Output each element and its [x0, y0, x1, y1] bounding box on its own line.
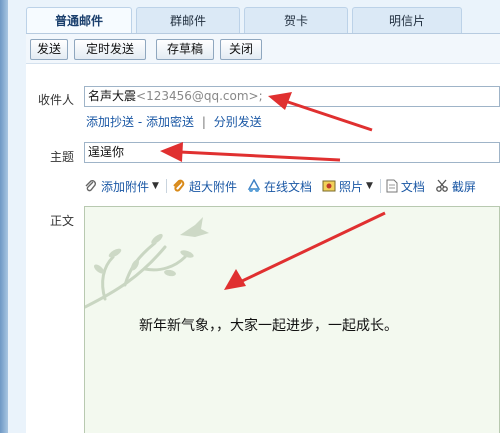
left-window-strip	[0, 0, 8, 433]
screenshot-button[interactable]: 截屏	[435, 178, 476, 195]
subject-label: 主题	[50, 150, 75, 164]
add-cc-link[interactable]: 添加抄送	[86, 115, 134, 129]
link-separator: |	[201, 115, 206, 129]
save-draft-button[interactable]: 存草稿	[156, 39, 214, 60]
recipient-name: 名声大震	[88, 89, 137, 103]
close-button[interactable]: 关闭	[220, 39, 262, 60]
compose-tabs: 普通邮件 群邮件 贺卡 明信片	[26, 7, 462, 33]
large-paperclip-icon	[173, 179, 185, 192]
dash-separator: -	[137, 115, 143, 129]
large-attachment-label: 超大附件	[188, 179, 237, 194]
large-attachment-button[interactable]: 超大附件	[172, 178, 237, 195]
compose-panel: 发送 定时发送 存草稿 关闭 收件人 名声大震<123456@qq.com>; …	[26, 33, 500, 433]
chevron-down-icon[interactable]: ▼	[152, 181, 159, 191]
add-attachment-label: 添加附件	[101, 179, 150, 194]
photo-chevron-down-icon[interactable]: ▼	[366, 181, 373, 191]
recipients-label: 收件人	[38, 93, 75, 107]
tab-group-mail[interactable]: 群邮件	[136, 7, 240, 33]
separate-send-link[interactable]: 分别发送	[214, 115, 262, 129]
subject-field[interactable]: 逞逞你	[84, 142, 500, 163]
toolbar-divider-2	[379, 179, 381, 193]
tab-normal-mail[interactable]: 普通邮件	[26, 7, 132, 33]
add-attachment-button[interactable]: 添加附件 ▼	[84, 178, 159, 195]
screenshot-label: 截屏	[451, 179, 476, 194]
recipient-links: 添加抄送 - 添加密送 | 分别发送	[86, 113, 262, 130]
tab-greeting-card[interactable]: 贺卡	[244, 7, 348, 33]
tab-postcard[interactable]: 明信片	[352, 7, 462, 33]
toolbar-divider	[165, 179, 167, 193]
compose-toolbar: 发送 定时发送 存草稿 关闭	[26, 34, 500, 64]
online-doc-label: 在线文档	[263, 179, 312, 194]
photo-button[interactable]: 照片 ▼	[322, 178, 373, 195]
body-text: 新年新气象，，大家一起进步，一起成长。	[139, 318, 398, 334]
body-label: 正文	[50, 214, 75, 228]
scissors-icon	[436, 179, 448, 192]
document-icon	[386, 179, 398, 193]
paperclip-icon	[85, 180, 96, 192]
attachment-toolbar: 添加附件 ▼ 超大附件 在线文档 照片 ▼ 文档 截屏	[84, 177, 486, 195]
photo-icon	[322, 180, 336, 192]
photo-label: 照片	[338, 179, 363, 194]
document-label: 文档	[400, 179, 425, 194]
body-editor[interactable]: 新年新气象，，大家一起进步，一起成长。	[84, 206, 500, 433]
scheduled-send-button[interactable]: 定时发送	[74, 39, 146, 60]
online-doc-button[interactable]: 在线文档	[247, 178, 312, 195]
recipients-field[interactable]: 名声大震<123456@qq.com>;	[84, 86, 500, 107]
shapes-icon	[247, 179, 261, 192]
recipient-address: <123456@qq.com>;	[136, 89, 263, 103]
document-button[interactable]: 文档	[386, 178, 425, 195]
send-button[interactable]: 发送	[30, 39, 68, 60]
add-bcc-link[interactable]: 添加密送	[146, 115, 194, 129]
